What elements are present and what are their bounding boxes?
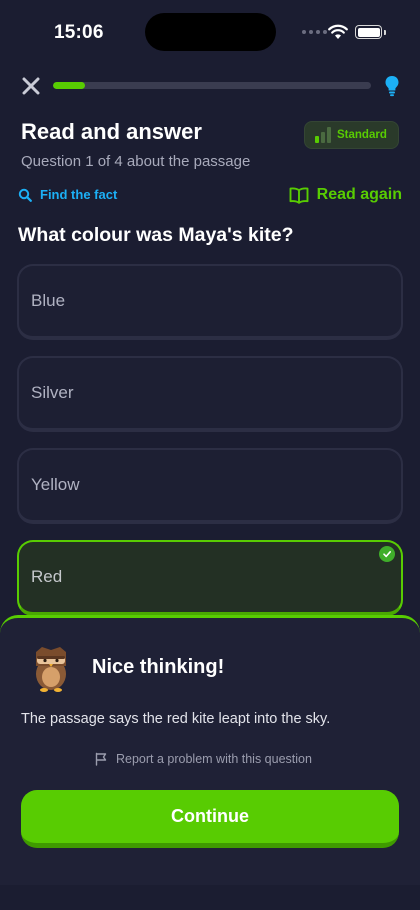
status-time: 15:06 [54,22,104,43]
answer-option[interactable]: Silver [17,356,403,432]
lesson-progress-bar [53,82,371,89]
answer-option-label: Red [31,567,63,586]
answer-option-label: Yellow [31,475,80,494]
answer-option[interactable]: Yellow [17,448,403,524]
owl-mascot-icon [36,647,66,692]
search-icon [18,188,32,202]
continue-button[interactable]: Continue [21,790,399,848]
answer-option-label: Blue [31,291,66,310]
answer-option[interactable]: Blue [17,264,403,340]
read-again-button[interactable]: Read again [289,186,402,204]
flag-icon [95,752,107,766]
read-again-label: Read again [316,186,402,203]
status-bar: 15:06 [0,0,420,64]
lesson-top-bar [0,74,420,98]
feedback-explanation: The passage says the red kite leapt into… [21,711,331,727]
lesson-progress-fill [53,82,85,89]
answer-option-selected[interactable]: Red [17,540,403,616]
wifi-icon [328,24,348,39]
cellular-signal-icon [302,30,327,34]
question-counter: Question 1 of 4 about the passage [21,153,251,170]
lightbulb-icon[interactable] [384,75,400,97]
question-prompt: What colour was Maya's kite? [18,224,294,246]
answer-option-label: Silver [31,383,74,402]
feedback-sheet: Nice thinking! The passage says the red … [0,615,420,885]
report-problem-label: Report a problem with this question [116,752,312,766]
continue-label: Continue [171,806,249,826]
find-fact-button[interactable]: Find the fact [18,187,117,202]
find-fact-label: Find the fact [40,187,118,202]
page-title: Read and answer [21,119,202,144]
dynamic-island [145,13,276,51]
report-problem-link[interactable]: Report a problem with this question [94,752,312,766]
close-button[interactable] [20,74,42,98]
battery-icon [355,25,386,39]
difficulty-bars-icon [315,127,331,143]
check-icon [379,546,395,562]
close-icon [22,77,40,95]
difficulty-badge: Standard [304,121,399,149]
book-icon [289,187,309,204]
difficulty-label: Standard [337,129,387,141]
feedback-heading: Nice thinking! [92,656,225,678]
